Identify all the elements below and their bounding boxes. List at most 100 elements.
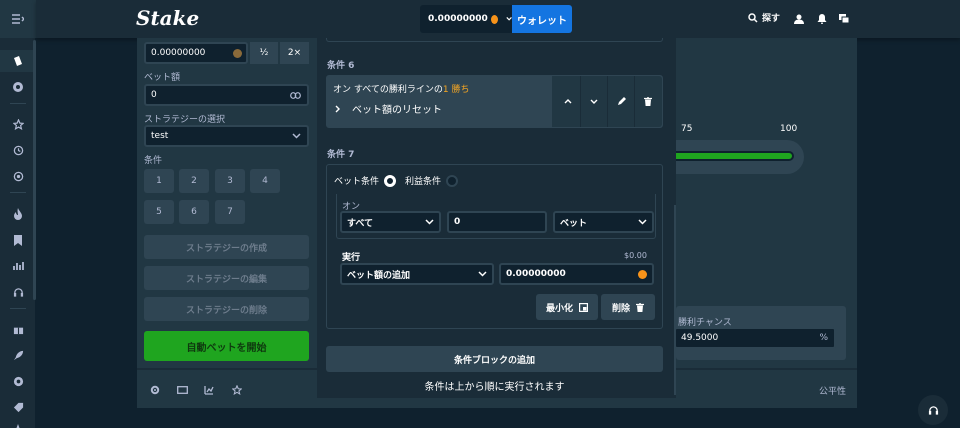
cards-icon [14, 56, 22, 66]
condition-6-button[interactable]: 6 [179, 200, 209, 224]
vip-nav-button[interactable] [0, 396, 36, 418]
strategy-value: test [151, 131, 169, 141]
slots-nav-button[interactable] [0, 255, 36, 277]
fairness-link[interactable]: 公平性 [819, 384, 846, 397]
action-amount-value: 0.00000000 [506, 269, 566, 279]
minimize-button[interactable]: 最小化 [536, 294, 598, 320]
headset-icon [928, 405, 938, 415]
trigger-count-input[interactable]: 0 [447, 211, 547, 233]
chevron-down-icon [638, 219, 647, 225]
bet-condition-label: ベット条件 [334, 177, 380, 187]
scale-label-75: 75 [681, 124, 693, 134]
balance-value: 0.00000000 [428, 14, 488, 24]
condition-1-button[interactable]: 1 [144, 169, 174, 193]
chat-icon [839, 14, 849, 24]
condition-7-button[interactable]: 7 [215, 200, 245, 224]
sponsor-nav-button[interactable] [0, 370, 36, 392]
condition-6-action: ベット額のリセット [352, 105, 442, 116]
condition-6-highlight: 1 勝ち [442, 85, 470, 95]
delete-strategy-button[interactable]: ストラテジーの削除 [144, 297, 309, 321]
profile-button[interactable] [792, 12, 806, 26]
trigger-count-value: 0 [454, 217, 461, 227]
search-label: 探す [762, 14, 781, 24]
action-select[interactable]: ベット額の追加 [340, 263, 494, 285]
recent-nav-button[interactable] [0, 139, 36, 161]
add-condition-block-button[interactable]: 条件ブロックの追加 [326, 346, 663, 372]
more-nav-button[interactable] [0, 418, 36, 428]
rocket-icon [13, 350, 23, 360]
flame-icon [16, 424, 20, 428]
favourites-nav-button[interactable] [0, 113, 36, 135]
delete-condition-button[interactable] [634, 76, 661, 127]
start-autobet-button[interactable]: 自動ベットを開始 [144, 331, 309, 361]
chat-button[interactable] [837, 12, 851, 26]
delete-button[interactable]: 削除 [601, 294, 655, 320]
menu-collapse-icon [12, 14, 24, 24]
profit-condition-radio[interactable] [446, 174, 459, 187]
double-button[interactable]: 2× [280, 42, 309, 64]
trigger-type-select[interactable]: ベット [553, 211, 654, 233]
create-strategy-button[interactable]: ストラテジーの作成 [144, 235, 309, 259]
modal-scrollbar[interactable] [674, 205, 676, 395]
originals-nav-button[interactable] [0, 229, 36, 251]
bell-icon [817, 14, 827, 24]
bet-amount-value: 0 [151, 90, 157, 100]
menu-toggle-button[interactable] [0, 0, 36, 38]
condition-4-button[interactable]: 4 [250, 169, 280, 193]
chevron-right-icon [335, 105, 340, 112]
stake-logo[interactable]: Stake [136, 6, 199, 30]
gear-icon[interactable] [150, 385, 160, 395]
execute-amount: $0.00 [624, 251, 647, 260]
bookmark-icon [14, 234, 22, 246]
search-button[interactable]: 探す [748, 11, 780, 24]
move-up-button[interactable] [554, 76, 581, 127]
chevron-up-icon [564, 99, 571, 104]
bet-amount-label: ベット額 [144, 73, 181, 83]
move-down-button[interactable] [580, 76, 607, 127]
promotions-nav-button[interactable] [0, 318, 36, 340]
search-icon [748, 12, 758, 23]
bet-condition-radio[interactable] [384, 174, 397, 187]
trigger-scope-value: すべて [347, 218, 374, 229]
rail-divider [10, 308, 26, 309]
delete-label: 削除 [611, 303, 630, 314]
condition-5-button[interactable]: 5 [144, 200, 174, 224]
wallet-button[interactable]: ウォレット [512, 5, 572, 33]
condition-3-button[interactable]: 3 [215, 169, 245, 193]
strategy-select[interactable]: test [144, 125, 309, 147]
balance-display[interactable]: 0.00000000 [420, 5, 512, 33]
notifications-button[interactable] [815, 12, 829, 26]
rail-divider [10, 192, 26, 193]
theatre-mode-icon[interactable] [177, 386, 188, 394]
condition-2-button[interactable]: 2 [179, 169, 209, 193]
scale-label-100: 100 [780, 124, 798, 134]
amount-value: 0.00000000 [151, 48, 206, 58]
action-amount-input[interactable]: 0.00000000 [499, 263, 654, 285]
edit-condition-button[interactable] [607, 76, 634, 127]
history-icon [13, 145, 23, 155]
bet-amount-input[interactable]: 0 [144, 84, 309, 106]
casino-nav-button[interactable] [0, 50, 36, 72]
challenges-nav-button[interactable] [0, 165, 36, 187]
edit-strategy-button[interactable]: ストラテジーの編集 [144, 266, 309, 290]
launch-nav-button[interactable] [0, 344, 36, 366]
live-nav-button[interactable] [0, 281, 36, 303]
trigger-scope-select[interactable]: すべて [340, 211, 441, 233]
hot-nav-button[interactable] [0, 203, 36, 225]
star-icon[interactable] [232, 385, 242, 395]
live-support-button[interactable] [918, 395, 948, 425]
amount-input[interactable]: 0.00000000 [144, 42, 248, 64]
headset-icon [13, 287, 23, 297]
action-value: ベット額の追加 [347, 270, 411, 281]
win-chance-input[interactable]: 49.5000 % [674, 327, 836, 349]
flame-icon [14, 208, 22, 220]
strategy-label: ストラテジーの選択 [144, 115, 226, 125]
top-bar: Stake 0.00000000 ウォレット 探す [36, 0, 960, 38]
sports-nav-button[interactable] [0, 76, 36, 98]
stats-icon[interactable] [204, 385, 214, 395]
ball-icon [13, 82, 23, 92]
star-icon [12, 118, 24, 130]
half-button[interactable]: ½ [250, 42, 278, 64]
execution-order-note: 条件は上から順に実行されます [424, 382, 565, 393]
rail-scrollbar[interactable] [33, 40, 36, 300]
